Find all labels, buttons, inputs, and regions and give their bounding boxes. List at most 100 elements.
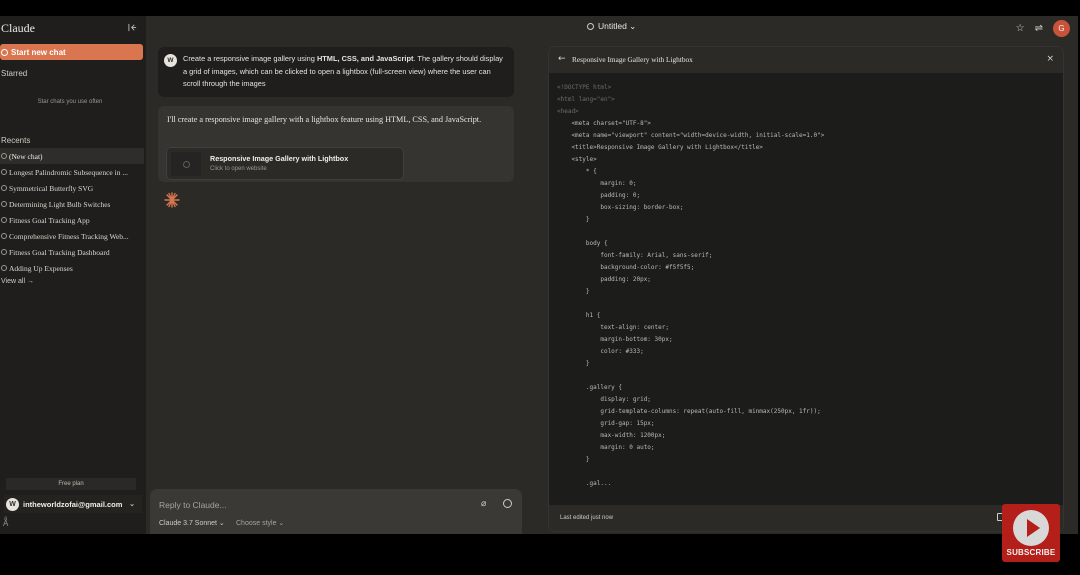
code-line: body { <box>557 240 608 247</box>
artifact-card-subtitle: Click to open website <box>210 166 267 172</box>
top-actions: ☆ ⇌ G <box>1016 20 1070 37</box>
style-selector[interactable]: Choose style ⌄ <box>236 519 284 527</box>
chevron-down-icon: ⌄ <box>129 501 135 508</box>
artifact-thumbnail <box>171 152 201 176</box>
code-line: grid-gap: 15px; <box>557 420 655 427</box>
code-line: * { <box>557 168 597 175</box>
code-line: <head> <box>557 108 579 115</box>
recent-chat-item[interactable]: Adding Up Expenses <box>0 260 144 276</box>
recent-chat-item[interactable]: Fitness Goal Tracking App <box>0 212 144 228</box>
code-line: display: grid; <box>557 396 651 403</box>
artifact-card-title: Responsive Image Gallery with Lightbox <box>210 154 349 163</box>
code-line: text-align: center; <box>557 324 669 331</box>
artifact-panel: ← Responsive Image Gallery with Lightbox… <box>548 46 1064 532</box>
recent-chat-item[interactable]: Longest Palindromic Subsequence in ... <box>0 164 144 180</box>
plan-badge: Free plan <box>6 478 136 490</box>
chat-title: Untitled ⌄ <box>598 21 637 31</box>
close-icon[interactable]: × <box>1046 54 1054 64</box>
settings-sliders-icon[interactable]: ⇌ <box>1035 23 1043 34</box>
account-menu[interactable]: W intheworldzofai@gmail.com ⌄ <box>4 495 142 513</box>
user-avatar: W <box>164 54 177 67</box>
code-line: } <box>557 288 590 295</box>
start-new-chat-button[interactable]: Start new chat <box>0 44 143 60</box>
code-line: background-color: #f5f5f5; <box>557 264 695 271</box>
recents-list: (New chat) Longest Palindromic Subsequen… <box>0 148 144 276</box>
star-icon[interactable]: ☆ <box>1016 23 1025 34</box>
artifact-panel-footer: Last edited just now <box>549 505 1063 531</box>
recent-chat-item[interactable]: Fitness Goal Tracking Dashboard <box>0 244 144 260</box>
recent-chat-item[interactable]: Determining Light Bulb Switches <box>0 196 144 212</box>
code-line: } <box>557 216 590 223</box>
code-line: <meta charset="UTF-8"> <box>557 120 651 127</box>
code-view[interactable]: <!DOCTYPE html> <html lang="en"> <head> <m… <box>557 82 1053 492</box>
avatar[interactable]: G <box>1053 20 1070 37</box>
chat-bubble-icon <box>587 23 594 30</box>
code-line: <meta name="viewport" content="width=dev… <box>557 132 825 139</box>
back-arrow-icon[interactable]: ← <box>558 54 566 64</box>
artifact-card[interactable]: Responsive Image Gallery with Lightbox C… <box>166 147 404 180</box>
code-line: box-sizing: border-box; <box>557 204 684 211</box>
collapse-sidebar-icon[interactable] <box>128 23 137 32</box>
starred-empty-text: Star chats you use often <box>37 99 103 105</box>
recent-chat-item[interactable]: Comprehensive Fitness Tracking Web... <box>0 228 144 244</box>
subscribe-button[interactable]: SUBSCRIBE <box>1002 504 1060 562</box>
send-icon[interactable] <box>503 499 512 508</box>
user-message-text: Create a responsive image gallery using … <box>183 54 503 88</box>
code-line: margin: 0 auto; <box>557 444 655 451</box>
reply-input[interactable]: Reply to Claude... <box>159 500 227 510</box>
code-line: <style> <box>557 156 597 163</box>
code-line: padding: 20px; <box>557 276 651 283</box>
chat-bubble-icon <box>1 201 7 207</box>
view-all-link[interactable]: View all → <box>1 278 34 285</box>
subscribe-label: SUBSCRIBE <box>1006 548 1056 557</box>
chat-bubble-icon <box>1 217 7 223</box>
account-email: intheworldzofai@gmail.com <box>23 499 123 509</box>
last-edited-text: Last edited just now <box>560 515 614 521</box>
code-line: h1 { <box>557 312 601 319</box>
code-line: } <box>557 456 590 463</box>
artifact-panel-title: Responsive Image Gallery with Lightbox <box>572 55 693 64</box>
code-line: padding: 0; <box>557 192 641 199</box>
recent-chat-item[interactable]: (New chat) <box>0 148 144 164</box>
code-line: color: #333; <box>557 348 644 355</box>
claude-spark-icon <box>164 192 180 208</box>
code-line: max-width: 1200px; <box>557 432 666 439</box>
code-line: <html lang="en"> <box>557 96 615 103</box>
attach-paperclip-icon[interactable]: ⌀ <box>481 499 486 509</box>
chat-bubble-icon <box>1 265 7 271</box>
plus-icon <box>1 48 8 56</box>
start-new-chat-label: Start new chat <box>11 47 66 57</box>
code-line: .gal... <box>557 480 612 487</box>
chat-bubble-icon <box>1 185 7 191</box>
code-line: <title>Responsive Image Gallery with Lig… <box>557 144 763 151</box>
code-line: <!DOCTYPE html> <box>557 84 612 91</box>
chat-bubble-icon <box>1 233 7 239</box>
code-line: grid-template-columns: repeat(auto-fill,… <box>557 408 821 415</box>
chat-bubble-icon <box>1 153 7 159</box>
chat-bubble-icon <box>1 169 7 175</box>
code-line: } <box>557 360 590 367</box>
assistant-message-text: I'll create a responsive image gallery w… <box>167 115 482 124</box>
user-message: W Create a responsive image gallery usin… <box>158 47 514 97</box>
brand-logo: Claude <box>1 21 35 35</box>
code-line: margin: 0; <box>557 180 637 187</box>
code-line: margin-bottom: 30px; <box>557 336 673 343</box>
play-icon <box>1013 510 1049 546</box>
artifact-panel-header: ← Responsive Image Gallery with Lightbox… <box>549 47 1063 73</box>
code-line: .gallery { <box>557 384 623 391</box>
assistant-message: I'll create a responsive image gallery w… <box>158 106 514 182</box>
chat-bubble-icon <box>1 249 7 255</box>
code-line: font-family: Arial, sans-serif; <box>557 252 713 259</box>
composer: Reply to Claude... ⌀ Claude 3.7 Sonnet ⌄… <box>150 489 522 534</box>
account-avatar: W <box>6 497 19 511</box>
recent-chat-item[interactable]: Symmetrical Butterfly SVG <box>0 180 144 196</box>
model-selector[interactable]: Claude 3.7 Sonnet ⌄ <box>159 519 225 527</box>
chat-title-dropdown[interactable]: Untitled ⌄ <box>587 21 636 32</box>
text-style-icon[interactable]: Aͣ <box>3 519 8 528</box>
code-icon <box>182 160 190 168</box>
claude-app-window: Claude Start new chat Starred Star chats… <box>0 16 1078 534</box>
